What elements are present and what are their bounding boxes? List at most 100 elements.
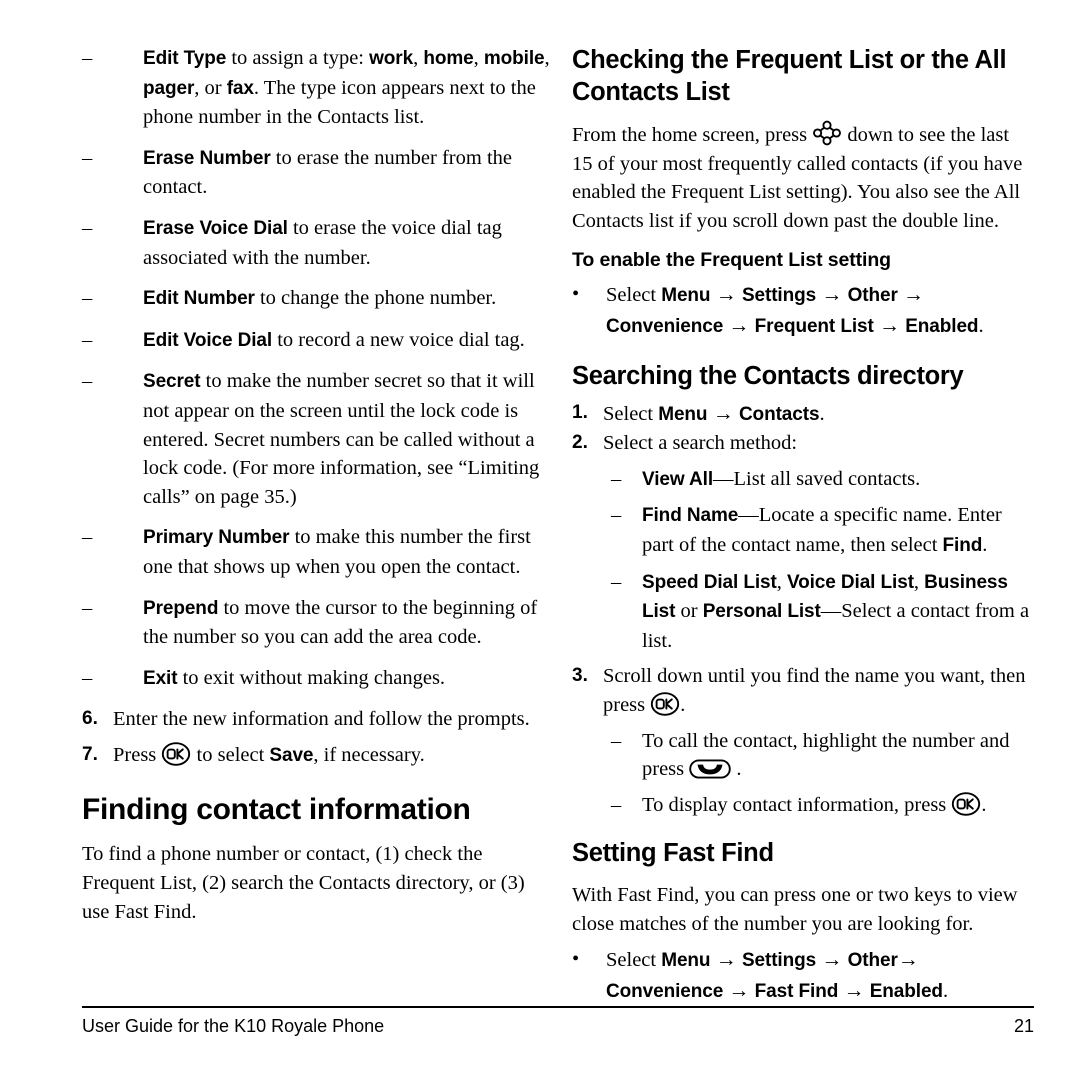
page-footer: User Guide for the K10 Royale Phone 21 (82, 1016, 1034, 1037)
bullet-text: Select Menu → Settings → Other→ Convenie… (606, 945, 1034, 1006)
ui-term: View All (642, 468, 714, 490)
list-item: – Edit Voice Dial to record a new voice … (82, 326, 552, 356)
ui-term: Voice Dial List (786, 571, 914, 593)
ui-term: Prepend (143, 597, 219, 619)
list-item-text: Find Name—Locate a specific name. Enter … (642, 501, 1034, 560)
footer-title: User Guide for the K10 Royale Phone (82, 1016, 385, 1036)
menu-path-item: Settings (741, 285, 817, 307)
menu-path-item: Settings (741, 950, 817, 972)
ui-term: Find (942, 534, 983, 556)
text-run: to make the number secret so that it wil… (143, 370, 540, 508)
text-run: . (680, 693, 686, 716)
list-item: – Exit to exit without making changes. (82, 664, 552, 694)
step-text: Scroll down until you find the name you … (603, 662, 1034, 719)
text-run: Select (606, 949, 662, 972)
navigation-key-icon (812, 120, 842, 146)
text-run: . (731, 758, 742, 781)
dash-marker: – (611, 729, 622, 752)
dash-marker: – (82, 370, 93, 393)
checking-frequent-body: From the home screen, press down to see … (572, 120, 1034, 235)
menu-path-item: Contacts (738, 403, 820, 425)
step-number: 6. (82, 708, 98, 730)
text-run: to select (191, 743, 270, 766)
menu-path-item: Enabled (869, 981, 943, 1003)
text-run: From the home screen, press (572, 124, 813, 146)
dash-marker: – (611, 793, 622, 816)
arrow-icon: → (816, 947, 848, 972)
menu-path-item: Other (847, 285, 898, 307)
arrow-icon: → (897, 947, 919, 972)
dash-marker: – (82, 666, 93, 689)
list-item-text: Erase Voice Dial to erase the voice dial… (143, 214, 552, 272)
ui-term: Edit Number (143, 288, 255, 310)
text-run: Select (606, 284, 662, 307)
menu-path-item: Menu (661, 285, 711, 307)
ui-term: Exit (143, 667, 178, 689)
heading-finding-contact-information: Finding contact information (82, 793, 471, 827)
bullet-marker: • (572, 283, 580, 306)
right-column: Checking the Frequent List or the All Co… (572, 44, 1034, 1007)
list-item-text: Secret to make the number secret so that… (143, 367, 552, 511)
arrow-icon: → (710, 947, 742, 972)
ui-term: Save (269, 744, 314, 766)
heading-enable-frequent-list: To enable the Frequent List setting (572, 249, 891, 272)
arrow-icon: → (707, 400, 739, 425)
ui-term: fax (226, 77, 254, 99)
arrow-icon: → (816, 282, 848, 307)
heading-searching-contacts-directory: Searching the Contacts directory (572, 361, 964, 390)
text-run: . (819, 402, 825, 425)
option-list: – Edit Type to assign a type: work, home… (82, 44, 552, 693)
ui-term: pager (143, 77, 195, 99)
step-number: 7. (82, 743, 98, 765)
ui-term: Primary Number (143, 527, 290, 549)
text-run: List all saved contacts. (733, 467, 921, 490)
document-page: – Edit Type to assign a type: work, home… (0, 0, 1080, 1080)
step-text: Enter the new information and follow the… (113, 708, 530, 731)
text-run: . (981, 793, 987, 816)
display-contact-sub-item: – To display contact information, press … (572, 791, 1034, 820)
dash-marker: – (611, 504, 622, 527)
list-item-text: Edit Number to change the phone number. (143, 284, 552, 314)
ui-term: Edit Type (143, 48, 227, 69)
text-run: to exit without making changes. (177, 666, 446, 689)
list-item: – Edit Number to change the phone number… (82, 284, 552, 314)
dash-marker: – (82, 216, 93, 239)
page-number: 21 (1013, 1016, 1034, 1036)
list-item: – Erase Number to erase the number from … (82, 144, 552, 202)
arrow-icon: → (873, 312, 906, 337)
ui-term: Edit Voice Dial (143, 329, 273, 351)
numbered-step-1: 1. Select Menu → Contacts. (572, 399, 1034, 430)
search-method-lists: – Speed Dial List, Voice Dial List, Busi… (572, 568, 1034, 656)
dash-marker: – (611, 570, 622, 593)
ok-key-icon (951, 791, 981, 816)
dash-marker: – (82, 287, 93, 310)
bullet-marker: • (572, 948, 580, 971)
list-item-text: View All—List all saved contacts. (642, 465, 1034, 495)
em-dash: — (713, 467, 734, 490)
list-item-text: Speed Dial List, Voice Dial List, Busine… (642, 568, 1034, 656)
text-run: to record a new voice dial tag. (272, 328, 525, 351)
menu-path-item: Menu (661, 950, 711, 972)
send-key-icon (689, 758, 732, 780)
ui-term: home (423, 48, 474, 69)
ui-term: Secret (143, 371, 201, 393)
fast-find-body: With Fast Find, you can press one or two… (572, 884, 1018, 935)
step-number: 3. (572, 665, 588, 687)
text-run: , or (194, 76, 227, 99)
list-item-text: Primary Number to make this number the f… (143, 523, 552, 581)
dash-marker: – (82, 328, 93, 351)
finding-contact-body: To find a phone number or contact, (1) c… (82, 843, 525, 923)
dash-marker: – (82, 596, 93, 619)
menu-path-item: Menu (658, 403, 708, 425)
list-item-text: Prepend to move the cursor to the beginn… (143, 594, 552, 652)
search-method-view-all: – View All—List all saved contacts. (572, 465, 1034, 495)
list-item-text: Erase Number to erase the number from th… (143, 144, 552, 202)
ui-term: mobile (483, 48, 545, 69)
menu-path-item: Convenience (606, 981, 724, 1003)
